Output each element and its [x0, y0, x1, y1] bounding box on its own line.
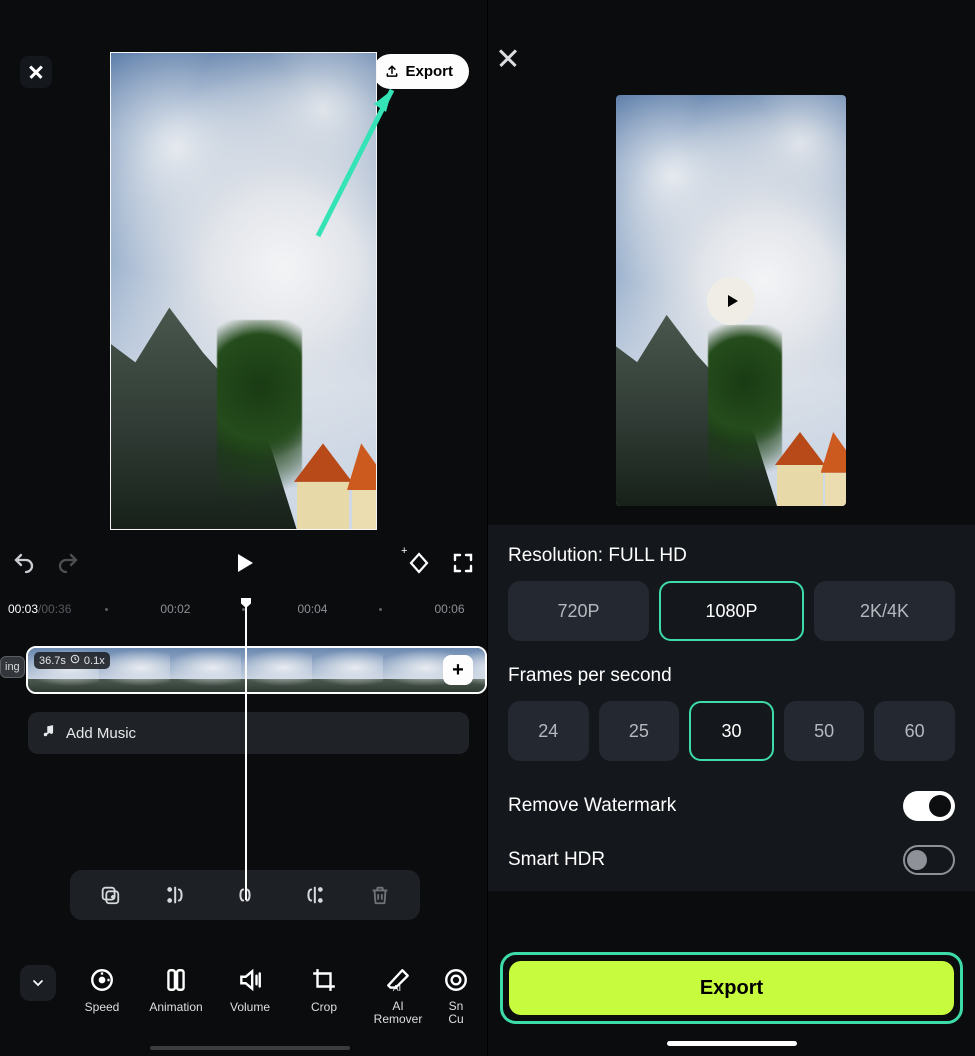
crop-icon	[310, 966, 338, 994]
volume-icon	[236, 966, 264, 994]
ruler-mark: 00:02	[160, 602, 190, 616]
speed-icon	[88, 966, 116, 994]
export-preview	[616, 95, 846, 506]
fps-option-50[interactable]: 50	[784, 701, 865, 761]
export-settings: Resolution: FULL HD 720P 1080P 2K/4K Fra…	[488, 525, 975, 891]
tool-label: Speed	[85, 1000, 120, 1014]
animation-icon	[162, 966, 190, 994]
undo-button[interactable]	[12, 551, 36, 575]
tool-smart-cut[interactable]: Sn Cu	[440, 966, 472, 1026]
video-clip[interactable]: 36.7s 0.1x +	[26, 646, 487, 694]
tool-ai-remover[interactable]: AI AI Remover	[366, 966, 430, 1026]
resolution-option-1080p[interactable]: 1080P	[659, 581, 804, 641]
svg-text:AI: AI	[393, 983, 401, 993]
tool-crop[interactable]: Crop	[292, 966, 356, 1026]
ruler-dot	[105, 608, 108, 611]
tool-label: Animation	[149, 1000, 202, 1014]
add-music-button[interactable]: Add Music	[28, 712, 469, 754]
fps-options: 24 25 30 50 60	[508, 701, 955, 761]
preview-play-button[interactable]	[707, 277, 755, 325]
upload-icon	[385, 65, 399, 79]
resolution-option-720p[interactable]: 720P	[508, 581, 649, 641]
add-clip-button[interactable]: +	[443, 655, 473, 685]
tool-label: Volume	[230, 1000, 270, 1014]
fps-option-24[interactable]: 24	[508, 701, 589, 761]
redo-button[interactable]	[56, 551, 80, 575]
delete-button[interactable]	[367, 884, 393, 906]
remove-watermark-row: Remove Watermark	[508, 783, 955, 829]
editor-panel: Export +	[0, 0, 487, 1056]
video-preview[interactable]	[110, 52, 377, 530]
fps-option-30[interactable]: 30	[689, 701, 774, 761]
duplicate-button[interactable]	[97, 884, 123, 906]
clip-info-badge: 36.7s 0.1x	[34, 652, 110, 669]
bottom-tool-nav: Speed Animation Volume Crop	[0, 940, 487, 1052]
trim-right-button[interactable]	[300, 884, 326, 906]
clip-tag[interactable]: ing	[0, 656, 25, 678]
add-music-label: Add Music	[66, 725, 136, 742]
music-note-icon	[42, 724, 56, 742]
resolution-option-2k4k[interactable]: 2K/4K	[814, 581, 955, 641]
trim-left-button[interactable]	[164, 884, 190, 906]
time-total: /00:36	[38, 602, 71, 616]
preview-frame	[111, 53, 376, 529]
smart-hdr-label: Smart HDR	[508, 849, 605, 871]
playhead[interactable]	[245, 602, 247, 900]
export-button-highlight: Export	[500, 952, 963, 1024]
smart-cut-icon	[442, 966, 470, 994]
fps-label: Frames per second	[508, 665, 955, 687]
ruler-dot	[379, 608, 382, 611]
export-pill-button[interactable]: Export	[373, 54, 469, 89]
remove-watermark-toggle[interactable]	[903, 791, 955, 821]
fps-option-25[interactable]: 25	[599, 701, 680, 761]
tool-label: Sn Cu	[448, 1000, 463, 1026]
play-button[interactable]	[232, 551, 256, 575]
nav-scroll-indicator	[150, 1046, 350, 1050]
tool-animation[interactable]: Animation	[144, 966, 208, 1026]
tool-speed[interactable]: Speed	[70, 966, 134, 1026]
close-button[interactable]	[20, 56, 52, 88]
add-keyframe-button[interactable]: +	[407, 551, 431, 575]
speed-clock-icon	[70, 654, 80, 667]
close-icon	[30, 66, 43, 79]
tool-label: Crop	[311, 1000, 337, 1014]
export-pill-label: Export	[405, 63, 453, 80]
smart-hdr-row: Smart HDR	[508, 837, 955, 883]
nav-collapse-button[interactable]	[20, 965, 56, 1001]
resolution-options: 720P 1080P 2K/4K	[508, 581, 955, 641]
ruler-mark: 00:06	[434, 602, 464, 616]
export-panel: Resolution: FULL HD 720P 1080P 2K/4K Fra…	[487, 0, 975, 1056]
remove-watermark-label: Remove Watermark	[508, 795, 676, 817]
smart-hdr-toggle[interactable]	[903, 845, 955, 875]
ruler-mark: 00:04	[297, 602, 327, 616]
export-button[interactable]: Export	[509, 961, 954, 1015]
fps-option-60[interactable]: 60	[874, 701, 955, 761]
eraser-icon: AI	[384, 966, 412, 994]
resolution-label: Resolution: FULL HD	[508, 545, 955, 567]
tool-label: AI Remover	[374, 1000, 423, 1026]
fullscreen-button[interactable]	[451, 551, 475, 575]
time-current: 00:03	[8, 602, 38, 616]
playback-bar: +	[12, 545, 475, 581]
home-indicator	[667, 1041, 797, 1046]
tool-volume[interactable]: Volume	[218, 966, 282, 1026]
